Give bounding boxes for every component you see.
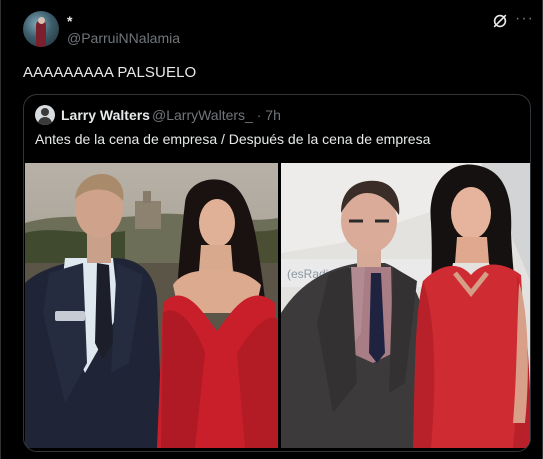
- quoted-separator: ·: [256, 107, 262, 123]
- quoted-author-name[interactable]: Larry Walters: [61, 107, 150, 123]
- author-display-name[interactable]: *: [67, 13, 72, 29]
- quoted-tweet[interactable]: Larry Walters @LarryWalters_ · 7h Antes …: [23, 94, 531, 452]
- tweet[interactable]: * @ParruiNNalamia ··· AAAAAAAAA PALSUELO…: [0, 0, 543, 459]
- grok-icon[interactable]: [491, 12, 509, 30]
- quoted-author-avatar[interactable]: [35, 105, 55, 125]
- author-handle[interactable]: @ParruiNNalamia: [67, 30, 180, 46]
- avatar-body: [38, 117, 52, 125]
- avatar-figure: [36, 20, 46, 47]
- quoted-tweet-text: Antes de la cena de empresa / Después de…: [35, 131, 431, 147]
- avatar-head: [41, 108, 49, 116]
- quoted-author-handle-time: @LarryWalters_ · 7h: [152, 107, 281, 123]
- quoted-image-left[interactable]: [25, 163, 278, 448]
- more-icon[interactable]: ···: [515, 10, 533, 28]
- tweet-text: AAAAAAAAA PALSUELO: [23, 64, 197, 81]
- author-avatar[interactable]: [23, 11, 59, 47]
- quoted-timestamp[interactable]: 7h: [265, 107, 281, 123]
- quoted-author-handle[interactable]: @LarryWalters_: [152, 107, 253, 123]
- quoted-image-right[interactable]: (esRadio: [281, 163, 531, 448]
- avatar-figure-head: [38, 17, 45, 24]
